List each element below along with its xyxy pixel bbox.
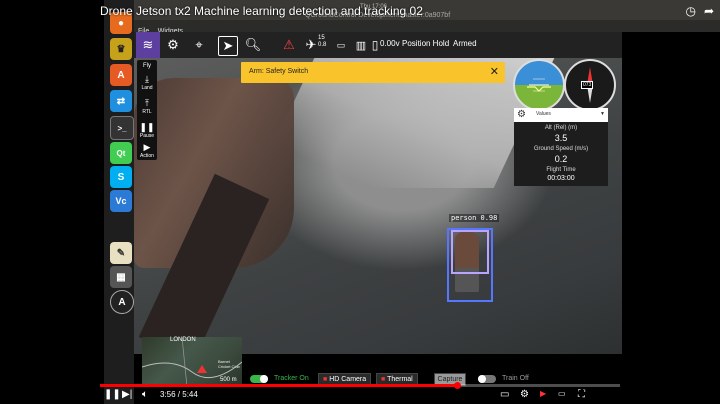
train-label: Train Off xyxy=(502,375,529,382)
attitude-indicator xyxy=(513,59,565,111)
progress-played xyxy=(100,384,457,387)
qgc-icon[interactable]: ♛ xyxy=(110,38,132,60)
settings-gears-icon[interactable]: ⚙ xyxy=(164,36,182,54)
teamviewer-icon[interactable]: ⇄ xyxy=(110,90,132,112)
app-launcher: ● ♛ A ⇄ >_ Qt S Vc ✎ ▦ A xyxy=(104,0,134,404)
skype-icon[interactable]: S xyxy=(110,166,132,188)
heading-readout: 073 xyxy=(581,81,594,89)
chevron-down-icon[interactable]: ▼ xyxy=(600,111,605,117)
mini-map[interactable]: LONDON Barnet Cricket Club 500 m xyxy=(142,337,242,387)
hdop-value: 0.8 xyxy=(318,42,327,48)
arm-state[interactable]: Armed xyxy=(453,39,477,48)
flight-time-label: Flight Time xyxy=(546,167,576,173)
text-editor-icon[interactable]: ✎ xyxy=(110,242,132,264)
drone-marker-icon xyxy=(197,365,207,373)
flight-time-value: 00:03:00 xyxy=(547,175,575,182)
values-selector[interactable]: Values xyxy=(536,111,551,117)
software-center-icon[interactable]: A xyxy=(110,64,132,86)
rtl-button[interactable]: ⤒ RTL xyxy=(137,98,157,115)
close-icon[interactable]: ✕ xyxy=(490,65,499,78)
arduino-icon[interactable]: A xyxy=(110,290,134,314)
rtl-icon: ⤒ xyxy=(145,98,149,108)
qt-creator-icon[interactable]: Qt xyxy=(110,142,132,164)
gear-icon[interactable]: ⚙ xyxy=(517,109,526,120)
terminal-icon[interactable]: >_ xyxy=(110,116,134,140)
fullscreen-icon[interactable]: ⛶ xyxy=(578,389,585,400)
values-widget: ⚙ Values ▼ Alt (Rel) (m) 3.5 Ground Spee… xyxy=(514,108,608,186)
alert-banner: Arm: Safety Switch ✕ xyxy=(241,62,505,83)
tracking-box xyxy=(451,230,489,274)
pause-icon[interactable]: ❚❚ xyxy=(104,389,121,400)
values-header[interactable]: ⚙ Values ▼ xyxy=(514,108,608,122)
pause-icon: ❚❚ xyxy=(139,122,155,132)
tracker-toggle[interactable] xyxy=(250,375,268,383)
watch-later-icon[interactable]: ▭ xyxy=(558,389,566,398)
alert-text: Arm: Safety Switch xyxy=(249,68,309,75)
thermal-icon: ■ xyxy=(381,376,386,383)
menu-bar: File Widgets xyxy=(134,20,720,35)
ground-speed-value: 0.2 xyxy=(554,154,568,164)
altitude-value: 3.5 xyxy=(554,133,568,143)
action-button[interactable]: ▶ Action xyxy=(137,142,157,159)
fly-paper-plane-icon[interactable]: ➤ xyxy=(218,36,238,56)
analyze-icon[interactable]: 🔍︎ xyxy=(244,36,262,54)
time-display: 3:56 / 5:44 xyxy=(160,390,198,399)
plan-waypoint-icon[interactable]: ⌖ xyxy=(190,36,208,54)
land-button[interactable]: ⤓ Land xyxy=(137,74,157,91)
tracker-label: Tracker On xyxy=(274,375,309,382)
youtube-logo-icon[interactable]: ▶ xyxy=(540,389,546,398)
player-controls: ❚❚ ▶| 🔈︎ 3:56 / 5:44 ▭ ⚙ ▶ ▭ ⛶ xyxy=(100,388,620,402)
warning-icon[interactable]: ⚠ xyxy=(280,36,298,54)
flight-mode[interactable]: Position Hold xyxy=(402,39,449,48)
altitude-label: Alt (Rel) (m) xyxy=(544,125,578,131)
ground-speed-label: Ground Speed (m/s) xyxy=(533,146,589,152)
next-icon[interactable]: ▶| xyxy=(122,389,132,400)
land-icon: ⤓ xyxy=(145,74,149,84)
fly-tool-panel: Fly ⤓ Land ⤒ RTL ❚❚ Pause ▶ Action xyxy=(137,60,157,160)
share-icon[interactable]: ➦ xyxy=(704,4,714,18)
fly-title: Fly xyxy=(143,63,151,69)
train-toggle[interactable] xyxy=(478,375,496,383)
video-title[interactable]: Drone Jetson tx2 Machine learning detect… xyxy=(100,4,423,18)
record-icon: ■ xyxy=(323,376,328,383)
play-icon: ▶ xyxy=(143,142,151,152)
audio-icon[interactable]: ▦ xyxy=(110,266,132,288)
compass-indicator: 073 xyxy=(564,59,616,111)
captions-icon[interactable]: ▭ xyxy=(500,389,509,400)
detection-label: person 0.98 xyxy=(449,214,500,222)
video-progress-bar[interactable] xyxy=(100,382,620,389)
qgc-logo-icon[interactable]: ≋ xyxy=(136,32,160,58)
rc-signal-icon[interactable]: ▭ xyxy=(332,36,350,54)
qgc-toolbar: ≋ ⚙ ⌖ ➤ 🔍︎ ⚠ ✈ 15 0.8 ▭ ▥ ▯ 0.00v Positi… xyxy=(134,32,622,58)
pause-button[interactable]: ❚❚ Pause xyxy=(137,122,157,139)
battery-voltage: 0.00v xyxy=(380,39,400,48)
vscode-icon[interactable]: Vc xyxy=(110,190,132,212)
sat-count: 15 xyxy=(318,35,325,41)
volume-icon[interactable]: 🔈︎ xyxy=(142,389,148,400)
hd-settings-icon[interactable]: ⚙ xyxy=(520,389,529,400)
clock-icon[interactable]: ◷ xyxy=(685,4,695,18)
